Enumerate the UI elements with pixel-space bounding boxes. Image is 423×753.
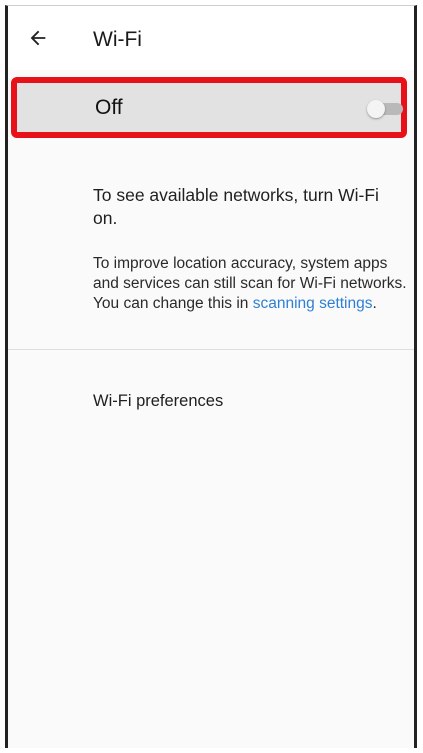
page-title: Wi-Fi bbox=[93, 28, 142, 51]
scanning-info-text: To improve location accuracy, system app… bbox=[93, 254, 411, 314]
wifi-switch[interactable] bbox=[367, 100, 405, 118]
section-divider bbox=[8, 349, 414, 350]
switch-thumb bbox=[367, 100, 385, 118]
scanning-info-end: . bbox=[372, 295, 377, 312]
wifi-preferences-item[interactable]: Wi-Fi preferences bbox=[93, 392, 223, 411]
device-screen: Wi-Fi Off To see available networks, tur… bbox=[5, 5, 417, 748]
arrow-left-icon bbox=[30, 30, 46, 46]
scanning-settings-link[interactable]: scanning settings bbox=[253, 295, 373, 312]
back-button[interactable] bbox=[24, 24, 52, 52]
wifi-toggle-row[interactable]: Off bbox=[11, 77, 407, 138]
app-bar: Wi-Fi bbox=[8, 6, 414, 70]
wifi-toggle-label: Off bbox=[95, 96, 123, 119]
wifi-off-message: To see available networks, turn Wi-Fi on… bbox=[93, 185, 379, 228]
